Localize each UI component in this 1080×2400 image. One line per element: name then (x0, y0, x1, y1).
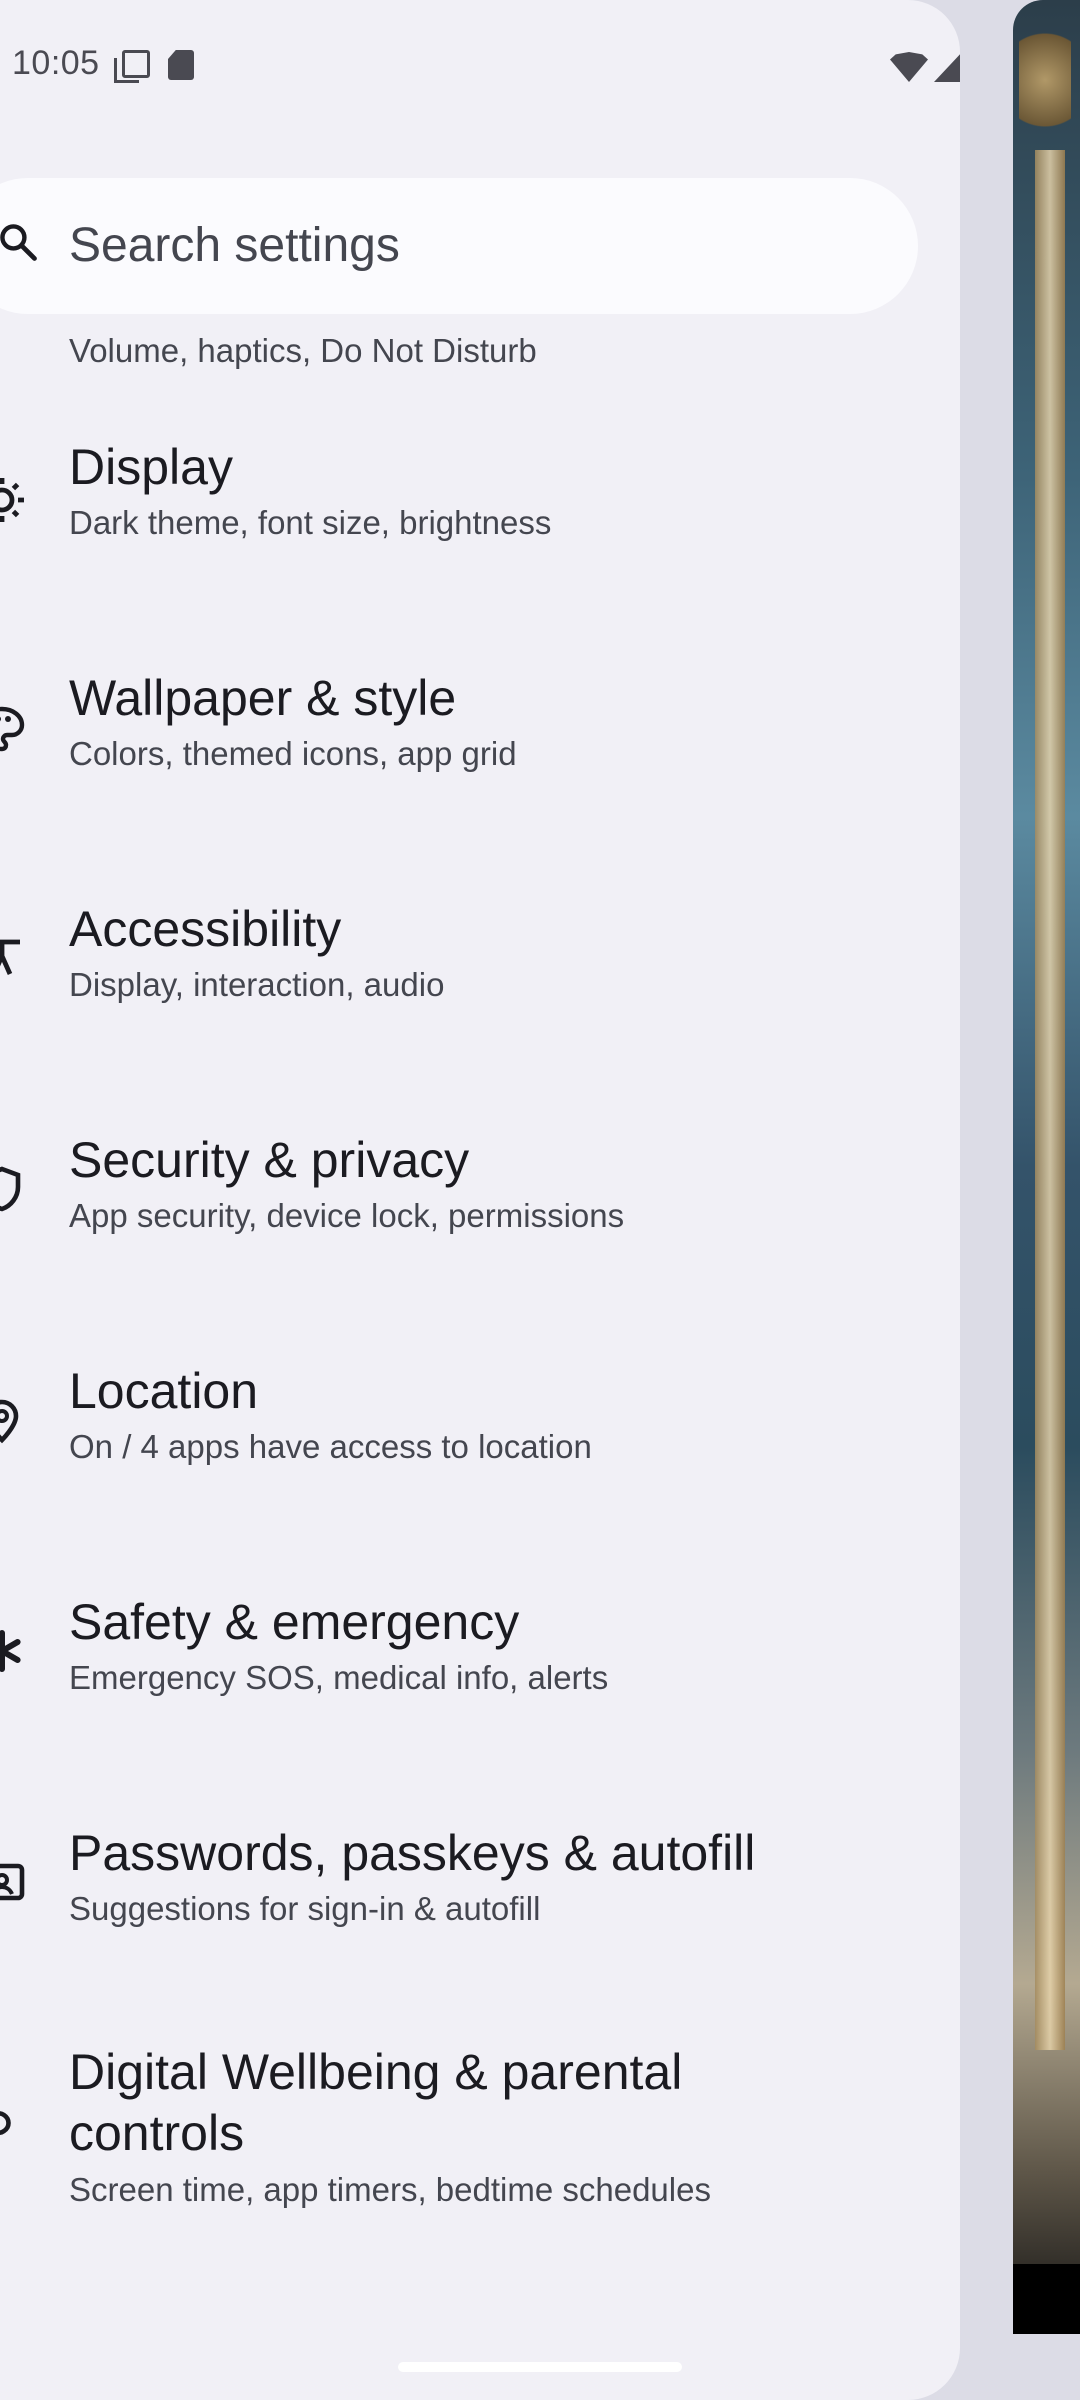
screen: 10:05 Search settings Volume, haptics, D… (0, 0, 1080, 2400)
status-left-icons (114, 50, 194, 83)
status-time: 10:05 (12, 44, 100, 82)
item-subtitle: Screen time, app timers, bedtime schedul… (69, 2171, 711, 2208)
item-subtitle: Display, interaction, audio (69, 966, 445, 1003)
sd-card-icon (168, 50, 194, 80)
item-title: Safety & emergency (69, 1594, 520, 1650)
item-subtitle: Colors, themed icons, app grid (69, 735, 517, 772)
settings-item-display[interactable]: Display Dark theme, font size, brightnes… (0, 438, 960, 648)
item-title-line1: Digital Wellbeing & parental (69, 2044, 683, 2100)
pillar-image (1035, 150, 1065, 2050)
item-title: Wallpaper & style (69, 670, 457, 726)
item-title-line2: controls (69, 2105, 245, 2161)
item-subtitle: On / 4 apps have access to location (69, 1428, 592, 1465)
accessibility-icon (0, 939, 20, 975)
item-subtitle: App security, device lock, permissions (69, 1197, 625, 1234)
settings-panel: 10:05 Search settings Volume, haptics, D… (0, 0, 960, 2400)
shield-icon (0, 1166, 21, 1212)
emergency-asterisk-icon (0, 1630, 21, 1672)
partial-item-subtitle: Volume, haptics, Do Not Disturb (69, 332, 537, 369)
search-icon (0, 224, 37, 261)
wellbeing-icon (0, 2111, 11, 2135)
settings-list[interactable]: Volume, haptics, Do Not Disturb Display … (0, 314, 960, 2400)
wallpaper-base (1013, 2264, 1080, 2334)
id-card-icon (0, 1863, 25, 1901)
wifi-icon (890, 52, 928, 82)
status-right-icons (890, 48, 960, 82)
search-bar[interactable]: Search settings (0, 178, 918, 314)
adjacent-window-wallpaper[interactable] (1013, 0, 1080, 2334)
location-pin-icon (0, 1399, 19, 1444)
settings-item-wallpaper[interactable]: Wallpaper & style Colors, themed icons, … (0, 669, 960, 879)
item-title: Security & privacy (69, 1132, 470, 1188)
item-title: Accessibility (69, 901, 342, 957)
palette-icon (0, 706, 25, 752)
copy-icon (114, 50, 150, 83)
settings-item-digital-wellbeing[interactable]: Digital Wellbeing & parental controls Sc… (0, 2043, 960, 2303)
item-title: Location (69, 1363, 259, 1419)
settings-item-safety[interactable]: Safety & emergency Emergency SOS, medica… (0, 1593, 960, 1803)
home-indicator[interactable] (398, 2362, 682, 2372)
item-title: Display (69, 439, 233, 495)
item-subtitle: Emergency SOS, medical info, alerts (69, 1659, 609, 1696)
settings-item-accessibility[interactable]: Accessibility Display, interaction, audi… (0, 900, 960, 1110)
signal-icon (934, 50, 960, 82)
item-title: Passwords, passkeys & autofill (69, 1825, 756, 1881)
item-subtitle: Dark theme, font size, brightness (69, 504, 552, 541)
search-placeholder: Search settings (69, 219, 400, 272)
settings-item-location[interactable]: Location On / 4 apps have access to loca… (0, 1362, 960, 1572)
settings-item-security[interactable]: Security & privacy App security, device … (0, 1131, 960, 1341)
settings-item-passwords[interactable]: Passwords, passkeys & autofill Suggestio… (0, 1824, 960, 2034)
item-subtitle: Suggestions for sign-in & autofill (69, 1890, 541, 1927)
ornament-image (1019, 20, 1071, 140)
brightness-icon (0, 478, 24, 522)
